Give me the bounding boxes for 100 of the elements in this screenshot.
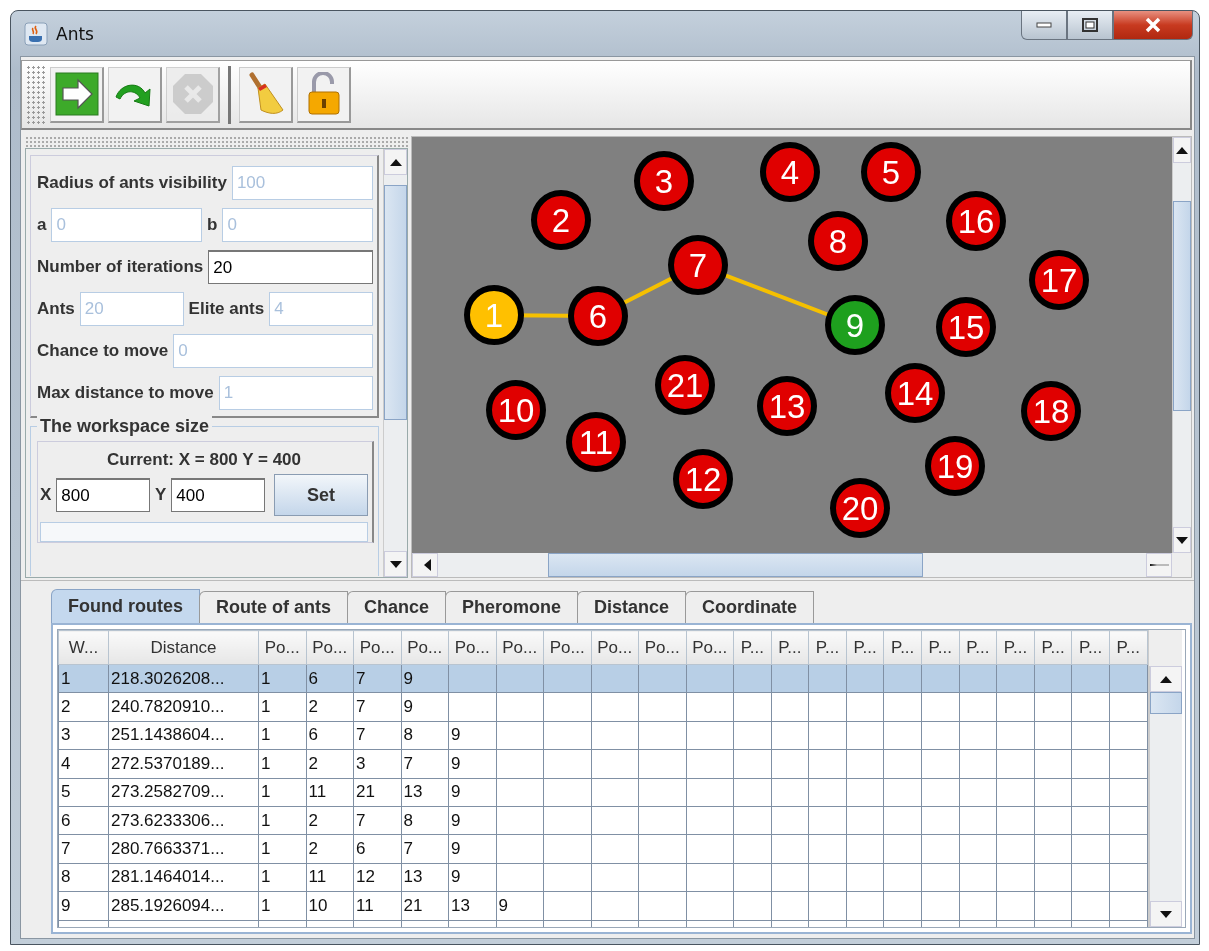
- column-header[interactable]: P...: [771, 630, 809, 665]
- column-header[interactable]: Po...: [401, 630, 449, 665]
- table-cell: [1034, 891, 1072, 920]
- table-cell: 240.7820910...: [108, 692, 259, 722]
- current-size-text: Current: X = 800 Y = 400: [105, 449, 302, 471]
- unlock-button[interactable]: [297, 66, 351, 123]
- node-label: 12: [684, 461, 722, 498]
- horizontal-scrollbar[interactable]: [412, 553, 1172, 577]
- input-field[interactable]: 20: [208, 250, 373, 284]
- input-field[interactable]: 400: [171, 478, 265, 512]
- column-header[interactable]: Po...: [638, 630, 686, 665]
- scroll-left-button[interactable]: [412, 553, 438, 577]
- column-header[interactable]: P...: [846, 630, 884, 665]
- table-cell: 9: [448, 749, 496, 779]
- cup-icon: [24, 21, 48, 46]
- tab[interactable]: Route of ants: [199, 591, 348, 623]
- table-cell: [921, 692, 960, 722]
- table-cell: [591, 721, 639, 750]
- scroll-down-button[interactable]: [1173, 527, 1191, 553]
- table-cell: [771, 863, 809, 892]
- scroll-up-button[interactable]: [384, 149, 407, 175]
- scrollbar-thumb[interactable]: [548, 553, 923, 577]
- tab[interactable]: Found routes: [51, 589, 200, 623]
- column-header[interactable]: Po...: [543, 630, 591, 665]
- table-cell: [686, 863, 734, 892]
- table-row[interactable]: 6 273.6233306... 1 2 7 8 9: [58, 806, 1148, 835]
- column-header[interactable]: P...: [1109, 630, 1148, 665]
- column-header[interactable]: Po...: [353, 630, 401, 665]
- table-cell: 1: [258, 834, 306, 864]
- table-cell: [638, 721, 686, 750]
- close-button[interactable]: [1113, 11, 1193, 40]
- column-header[interactable]: Po...: [686, 630, 734, 665]
- vertical-scrollbar[interactable]: [383, 149, 407, 577]
- panel-grip[interactable]: [25, 136, 408, 148]
- table-cell: [771, 721, 809, 750]
- run-button[interactable]: [50, 66, 104, 123]
- table-cell: 7: [353, 692, 401, 722]
- table-row[interactable]: 5 273.2582709... 1 11 21 13 9: [58, 778, 1148, 807]
- scroll-down-button[interactable]: [1149, 901, 1182, 927]
- table-cell: [496, 749, 544, 779]
- maximize-button[interactable]: [1067, 11, 1113, 40]
- table-cell: 6: [353, 834, 401, 864]
- column-header[interactable]: P...: [1071, 630, 1110, 665]
- table-cell: [883, 806, 922, 835]
- node-label: 13: [768, 388, 806, 425]
- column-header[interactable]: Po...: [496, 630, 544, 665]
- table-cell: [1109, 692, 1148, 722]
- group-title: The workspace size: [37, 416, 213, 437]
- column-header[interactable]: P...: [808, 630, 847, 665]
- table-cell: [846, 721, 884, 750]
- clear-button[interactable]: [239, 66, 293, 123]
- table-cell: 9: [448, 778, 496, 807]
- table-cell: [686, 891, 734, 920]
- column-header[interactable]: P...: [921, 630, 960, 665]
- table-row[interactable]: 1 218.3026208... 1 6 7 9: [58, 664, 1148, 693]
- minimize-icon: [1036, 22, 1052, 28]
- table-cell: 1: [258, 863, 306, 892]
- column-header[interactable]: Po...: [258, 630, 306, 665]
- column-header[interactable]: Po...: [591, 630, 639, 665]
- table-cell: 2: [306, 834, 354, 864]
- step-button[interactable]: [108, 66, 162, 123]
- table-row[interactable]: 3 251.1438604... 1 6 7 8 9: [58, 721, 1148, 750]
- column-header[interactable]: P...: [883, 630, 922, 665]
- minimize-button[interactable]: [1021, 11, 1067, 40]
- table-cell: [591, 834, 639, 864]
- column-header[interactable]: Po...: [306, 630, 354, 665]
- node-label: 15: [947, 309, 985, 346]
- column-header[interactable]: Po...: [448, 630, 496, 665]
- scrollbar-thumb[interactable]: [1173, 201, 1191, 411]
- scroll-up-button[interactable]: [1173, 137, 1191, 163]
- table-cell: 2: [306, 806, 354, 835]
- column-header[interactable]: P...: [996, 630, 1035, 665]
- scrollbar-thumb[interactable]: [384, 185, 407, 420]
- scroll-down-button[interactable]: [384, 551, 407, 577]
- column-header[interactable]: Distance: [108, 630, 259, 665]
- input-field[interactable]: 800: [56, 478, 150, 512]
- vertical-scrollbar[interactable]: [1172, 137, 1191, 553]
- table-cell: [1071, 778, 1110, 807]
- table-row[interactable]: 8 281.1464014... 1 11 12 13 9: [58, 863, 1148, 892]
- table-row[interactable]: 2 240.7820910... 1 2 7 9: [58, 692, 1148, 722]
- table-cell: [883, 778, 922, 807]
- table-cell: [638, 891, 686, 920]
- column-header[interactable]: P...: [1034, 630, 1072, 665]
- table-cell: [1109, 863, 1148, 892]
- table-cell: [638, 749, 686, 779]
- tab[interactable]: Coordinate: [685, 591, 815, 623]
- column-header[interactable]: P...: [733, 630, 772, 665]
- column-header[interactable]: P...: [959, 630, 997, 665]
- table-cell: 3: [58, 721, 109, 750]
- table-cell: 5: [58, 778, 109, 807]
- scroll-up-button[interactable]: [1149, 666, 1182, 692]
- set-button[interactable]: Set: [274, 474, 368, 516]
- table-row[interactable]: 4 272.5370189... 1 2 3 7 9: [58, 749, 1148, 779]
- table-row[interactable]: 7 280.7663371... 1 2 6 7 9: [58, 834, 1148, 864]
- toolbar-grip[interactable]: [26, 64, 46, 125]
- vertical-scrollbar[interactable]: [1148, 666, 1182, 927]
- column-header[interactable]: W...: [58, 630, 109, 665]
- table-row[interactable]: 9 285.1926094... 1 10 11 21 13 9: [58, 891, 1148, 920]
- table-cell: 13: [401, 778, 449, 807]
- scrollbar-thumb[interactable]: [1149, 692, 1182, 714]
